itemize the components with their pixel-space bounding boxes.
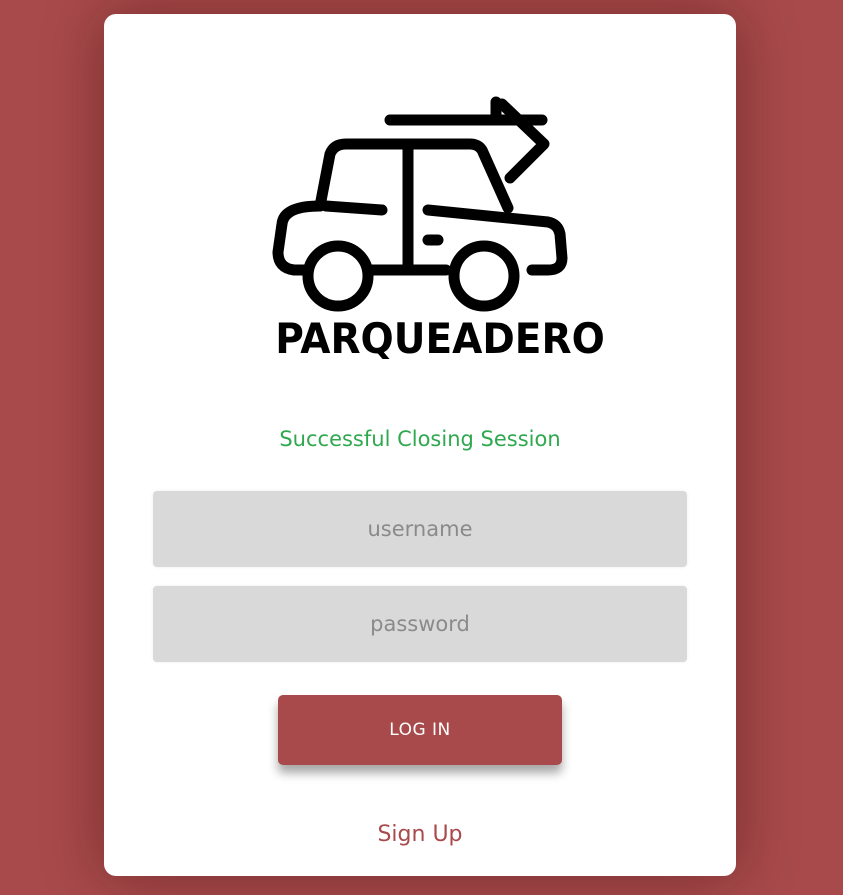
car-arrow-icon <box>272 96 568 312</box>
brand-logo: PARQUEADERO <box>264 92 605 372</box>
username-input[interactable] <box>153 491 687 567</box>
login-card: PARQUEADERO Successful Closing Session L… <box>104 14 736 876</box>
password-input[interactable] <box>153 586 687 662</box>
brand-logo-text: PARQUEADERO <box>275 314 605 363</box>
status-message: Successful Closing Session <box>279 427 561 451</box>
signup-link[interactable]: Sign Up <box>104 822 736 847</box>
login-button[interactable]: LOG IN <box>278 695 562 765</box>
